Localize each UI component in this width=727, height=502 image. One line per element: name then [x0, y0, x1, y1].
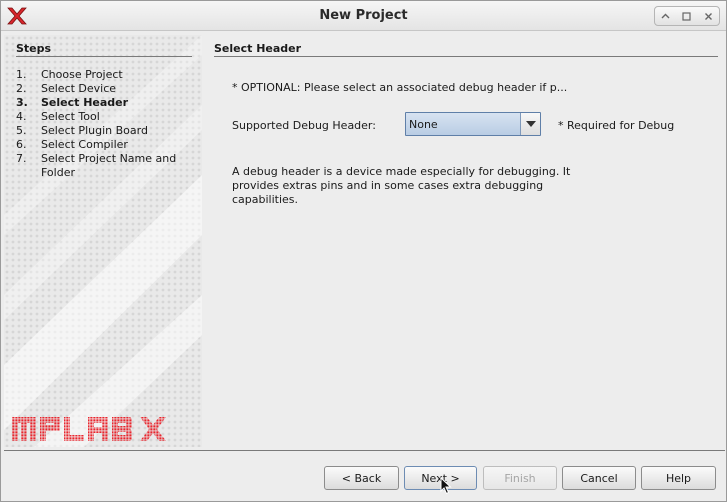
maximize-icon[interactable] — [676, 7, 697, 25]
step-item-current: 3. Select Header — [16, 96, 129, 109]
help-button[interactable]: Help — [641, 466, 716, 490]
steps-heading: Steps — [16, 42, 52, 55]
step-label: Select Header — [41, 96, 129, 109]
description-text: A debug header is a device made especial… — [232, 165, 571, 206]
minimize-icon[interactable] — [655, 7, 676, 25]
step-label: Select Compiler — [41, 138, 128, 151]
back-button[interactable]: < Back — [324, 466, 399, 490]
optional-note: * OPTIONAL: Please select an associated … — [232, 81, 568, 94]
debug-header-label: Supported Debug Header: — [232, 119, 376, 132]
step-item: 2. Select Device — [16, 82, 117, 95]
window-title: New Project — [319, 8, 408, 23]
page-title: Select Header — [214, 42, 302, 55]
step-label: Choose Project — [41, 68, 123, 81]
step-item: 4. Select Tool — [16, 110, 100, 123]
cancel-button[interactable]: Cancel — [562, 466, 636, 490]
steps-list: 1. Choose Project 2. Select Device 3. Selec… — [16, 68, 196, 180]
mouse-cursor-icon — [440, 477, 452, 495]
steps-panel: Steps 1. Choose Project 2. Select Device 3… — [4, 35, 202, 447]
title-bar[interactable]: New Project — [1, 1, 726, 31]
step-item: 7. Select Project Name and Folder — [16, 152, 196, 180]
step-label: Select Plugin Board — [41, 124, 148, 137]
title-divider — [214, 56, 718, 57]
close-icon[interactable] — [698, 7, 719, 25]
steps-divider — [16, 56, 192, 57]
content-panel: Select Header * OPTIONAL: Please select … — [205, 35, 726, 447]
mplab-x-logo — [12, 417, 166, 441]
window-controls — [654, 6, 720, 26]
step-item: 5. Select Plugin Board — [16, 124, 148, 137]
debug-header-select[interactable]: None — [405, 112, 541, 136]
new-project-dialog: New Project Steps 1. Choose Project 2. S… — [0, 0, 727, 502]
step-label: Select Tool — [41, 110, 100, 123]
required-note: * Required for Debug — [558, 119, 675, 132]
step-item: 1. Choose Project — [16, 68, 123, 81]
step-label: Select Device — [41, 82, 117, 95]
chevron-down-icon — [526, 121, 536, 127]
step-item: 6. Select Compiler — [16, 138, 128, 151]
debug-header-value: None — [409, 118, 438, 131]
dropdown-button[interactable] — [520, 113, 540, 135]
step-label: Select Project Name and Folder — [41, 152, 177, 179]
finish-button[interactable]: Finish — [483, 466, 557, 490]
bottom-divider — [4, 450, 725, 451]
